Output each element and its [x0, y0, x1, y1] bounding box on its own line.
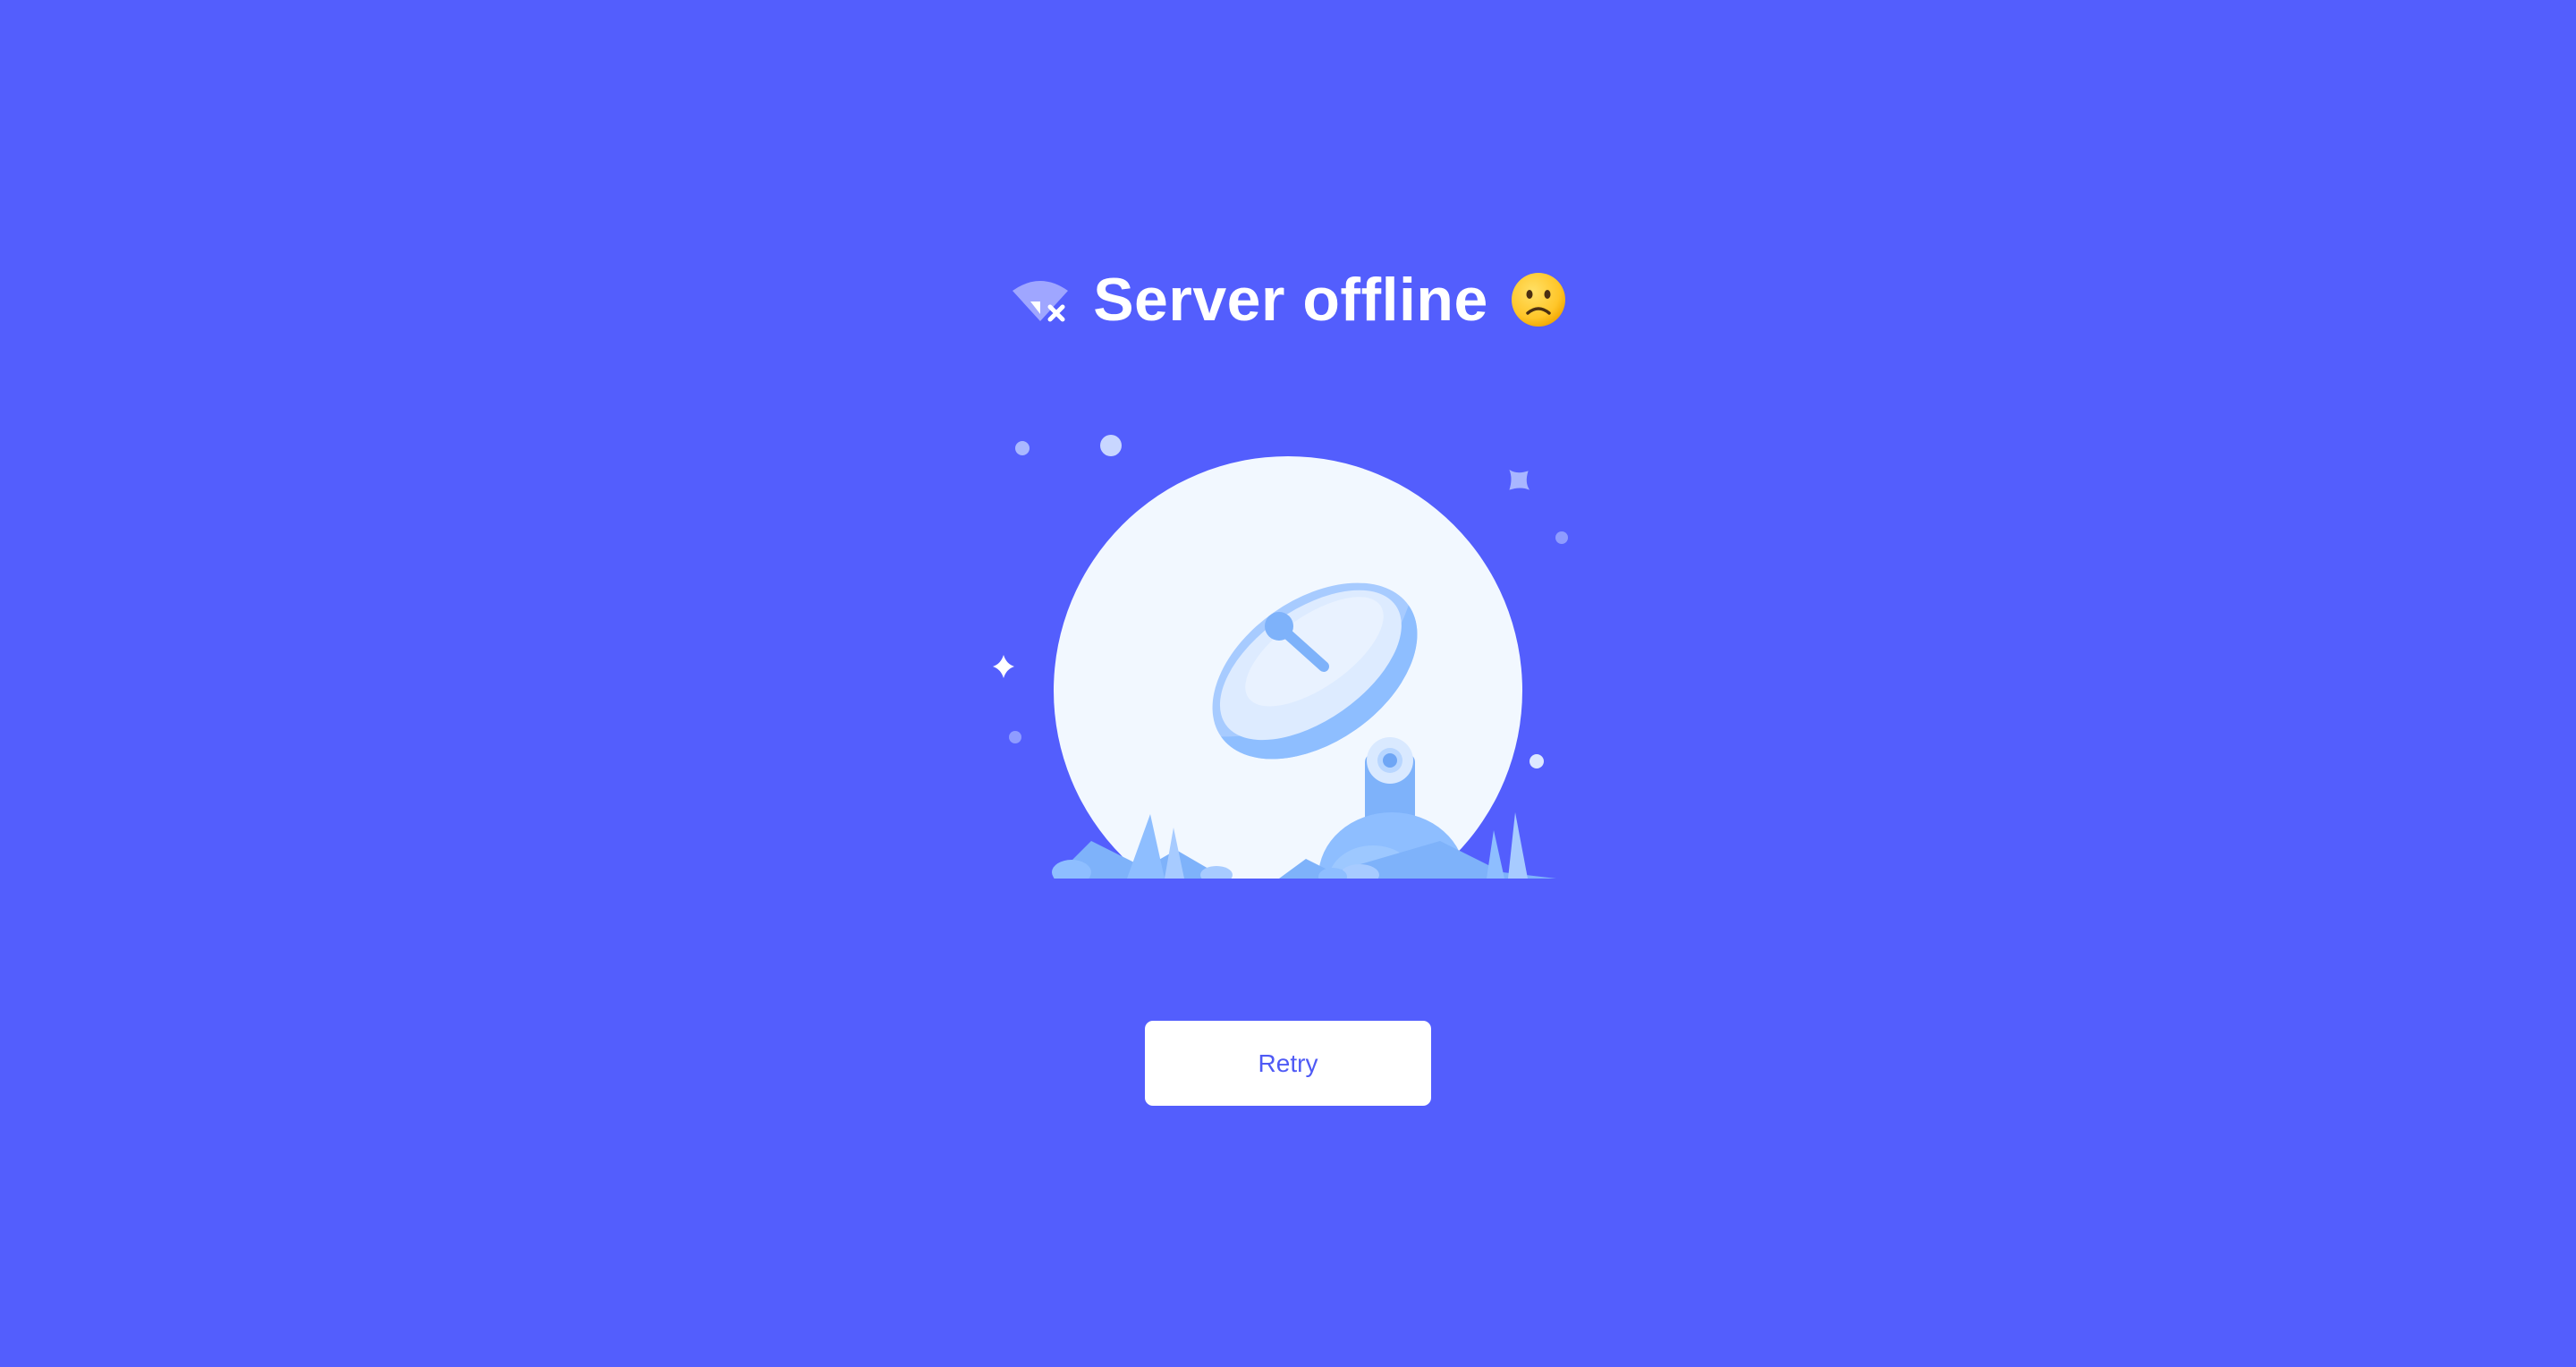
satellite-dish-icon: [993, 435, 1568, 879]
offline-illustration: [975, 420, 1583, 886]
sparkle-star-1: [1509, 469, 1530, 490]
slightly-frowning-face-icon: [1510, 271, 1567, 328]
sparkle-dot-4: [1009, 731, 1021, 743]
sparkle-dot-2: [1100, 435, 1122, 456]
sparkle-dot-1: [1015, 441, 1030, 455]
offline-page: Server offline Retry: [0, 0, 2576, 1367]
sparkle-dot-3: [1555, 531, 1568, 544]
sparkle-dot-5: [1530, 754, 1544, 768]
sparkle-star-2: [993, 655, 1014, 678]
page-title: Server offline: [1093, 266, 1488, 334]
title-row: Server offline: [0, 259, 2576, 340]
wifi-off-icon: [1009, 275, 1072, 325]
retry-button[interactable]: Retry: [1145, 1021, 1431, 1106]
